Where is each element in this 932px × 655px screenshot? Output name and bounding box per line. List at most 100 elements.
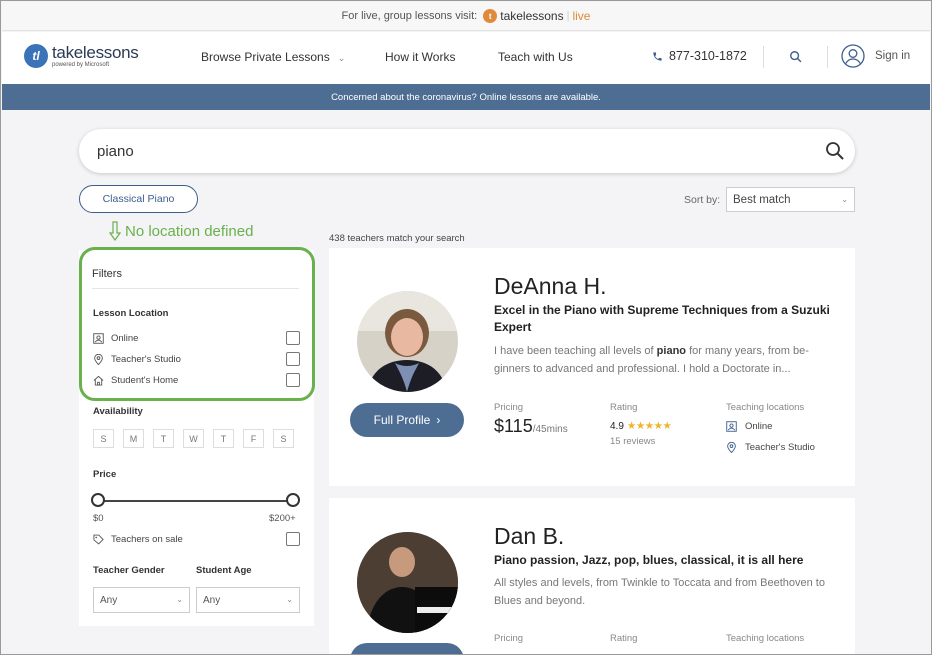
teacher-gender-value: Any [100,595,118,606]
desc-highlight: piano [656,345,687,357]
nav-how-it-works[interactable]: How it Works [385,50,455,64]
full-profile-button[interactable] [350,643,464,654]
availability-heading: Availability [93,406,143,417]
promo-separator: | [566,10,570,22]
pricing-label: Pricing [494,402,524,413]
header-divider [827,46,828,68]
sort-select[interactable]: Best match ⌄ [726,187,855,212]
location-teachers-studio-label: Teacher's Studio [745,442,815,453]
map-pin-icon [727,442,736,453]
coronavirus-banner[interactable]: Concerned about the coronavirus? Online … [2,84,930,110]
filter-students-home-row[interactable]: Student's Home [93,372,300,388]
full-profile-label: Full Profile [373,413,431,427]
rating-value: 4.9 ★★★★★ [610,420,672,432]
teacher-description: I have been teaching all levels of piano… [494,343,839,378]
classical-piano-tag[interactable]: Classical Piano [79,185,198,213]
day-wednesday[interactable]: W [183,429,204,448]
availability-days: S M T W T F S [93,429,294,448]
student-age-value: Any [203,595,221,606]
day-tuesday[interactable]: T [153,429,174,448]
price-slider-min-handle[interactable] [91,493,105,507]
phone-icon [653,51,662,61]
price-amount: $115 [494,416,533,436]
location-teachers-studio: Teacher's Studio [726,442,815,453]
price-unit: /45mins [532,424,568,435]
sort-label: Sort by: [684,194,721,206]
chevron-down-icon: ⌄ [841,195,848,204]
teaching-locations-label: Teaching locations [726,402,805,413]
teacher-card: DeAnna H. Excel in the Piano with Suprem… [329,248,855,486]
teacher-gender-heading: Teacher Gender [93,565,165,576]
teacher-photo[interactable] [357,291,458,392]
phone-link[interactable]: 877-310-1872 [652,49,747,63]
student-age-select[interactable]: Any ⌄ [196,587,300,613]
teacher-name[interactable]: DeAnna H. [494,273,607,300]
sort-value: Best match [733,193,791,206]
filter-online-checkbox[interactable] [286,331,300,345]
teacher-gender-select[interactable]: Any ⌄ [93,587,190,613]
price-slider-max-handle[interactable] [286,493,300,507]
filter-teachers-studio-label: Teacher's Studio [111,353,181,365]
day-thursday[interactable]: T [213,429,234,448]
lesson-location-heading: Lesson Location [93,308,169,319]
desc-pre: I have been teaching all levels of [494,345,657,357]
filter-students-home-label: Student's Home [111,374,179,386]
annotation-note: No location defined [109,221,253,241]
teachers-on-sale-checkbox[interactable] [286,532,300,546]
rating-number: 4.9 [610,420,624,432]
price-value: $115/45mins [494,416,568,437]
filters-panel: Filters Lesson Location Online Teacher's… [79,250,314,626]
search-input[interactable] [97,139,797,163]
teacher-description: All styles and levels, from Twinkle to T… [494,577,825,607]
promo-brand: takelessons [500,9,564,23]
promo-text: For live, group lessons visit: [341,10,478,22]
filter-online-label: Online [111,332,139,344]
reviews-count[interactable]: 15 reviews [610,436,655,447]
online-icon [93,332,104,344]
teacher-name[interactable]: Dan B. [494,523,564,550]
location-online-label: Online [745,421,773,432]
teacher-title: Excel in the Piano with Supreme Techniqu… [494,303,830,334]
nav-browse-lessons[interactable]: Browse Private Lessons ⌄ [201,50,345,64]
annotation-text: No location defined [125,222,254,240]
filter-teachers-studio-checkbox[interactable] [286,352,300,366]
site-header: tl takelessons powered by Microsoft Brow… [2,32,930,84]
search-bar [79,129,855,173]
logo-mark-icon: tl [24,44,48,68]
map-pin-icon [94,353,103,365]
day-saturday[interactable]: S [273,429,294,448]
tag-icon [93,534,104,545]
sign-in-link[interactable]: Sign in [875,50,910,62]
promo-bar: For live, group lessons visit: t takeles… [2,2,930,31]
search-icon[interactable] [789,50,803,64]
teachers-on-sale-row[interactable]: Teachers on sale [93,531,300,547]
day-sunday[interactable]: S [93,429,114,448]
chevron-down-icon: ⌄ [176,595,183,604]
teacher-photo[interactable] [357,532,458,633]
price-slider-track[interactable] [98,500,294,502]
full-profile-button[interactable]: Full Profile › [350,403,464,437]
logo-name: takelessons [52,43,139,62]
day-friday[interactable]: F [243,429,264,448]
online-icon [726,421,737,432]
day-monday[interactable]: M [123,429,144,448]
chevron-down-icon: ⌄ [337,53,346,63]
promo-live: live [572,9,591,23]
filter-online-row[interactable]: Online [93,330,300,346]
results-count: 438 teachers match your search [329,233,465,244]
site-logo[interactable]: tl takelessons powered by Microsoft [24,43,139,68]
user-avatar-icon[interactable] [841,44,865,68]
star-rating-icon: ★★★★★ [626,420,672,432]
location-online: Online [726,421,772,432]
filter-students-home-checkbox[interactable] [286,373,300,387]
nav-teach-with-us[interactable]: Teach with Us [498,50,573,64]
filter-teachers-studio-row[interactable]: Teacher's Studio [93,351,300,367]
teacher-title: Piano passion, Jazz, pop, blues, classic… [494,553,804,567]
takelessons-logo-icon: t [483,9,498,23]
student-age-heading: Student Age [196,565,252,576]
teacher-card: Dan B. Piano passion, Jazz, pop, blues, … [329,498,855,654]
search-icon[interactable] [825,141,845,161]
header-divider [763,46,764,68]
takelessons-live-link[interactable]: t takelessons | live [483,9,590,23]
price-min-label: $0 [93,513,104,524]
